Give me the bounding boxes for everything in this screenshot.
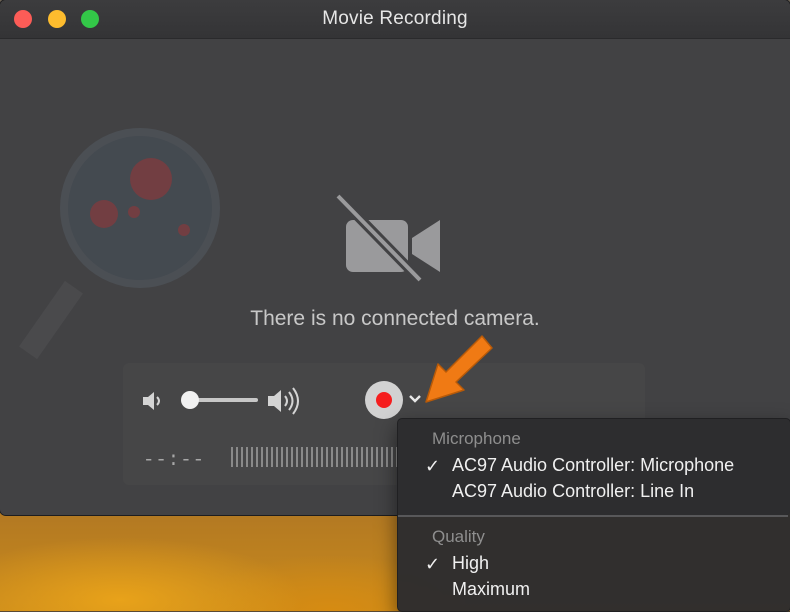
window-title: Movie Recording (322, 8, 468, 29)
menu-item-label: AC97 Audio Controller: Microphone (452, 455, 735, 475)
microphone-section-header: Microphone (432, 429, 521, 448)
recording-timecode: --:-- (143, 449, 206, 471)
annotation-arrow-icon (425, 335, 493, 403)
watermark-magnifier-icon (60, 128, 220, 288)
audio-level-meter (231, 447, 397, 467)
checkmark-icon: ✓ (425, 456, 441, 476)
no-camera-message: There is no connected camera. (250, 307, 540, 330)
checkmark-icon: ✓ (425, 554, 441, 574)
menu-item-microphone[interactable]: ✓ AC97 Audio Controller: Microphone (398, 453, 788, 479)
watermark-dot (130, 158, 172, 200)
watermark-dot (178, 224, 190, 236)
menu-item-label: High (452, 553, 490, 573)
menu-item-label: Maximum (452, 579, 531, 599)
volume-high-icon[interactable] (266, 386, 302, 416)
menu-separator (398, 515, 788, 517)
title-bar[interactable]: Movie Recording (0, 0, 790, 39)
record-options-menu: Microphone ✓ AC97 Audio Controller: Micr… (397, 418, 790, 612)
menu-item-line-in[interactable]: AC97 Audio Controller: Line In (398, 479, 788, 505)
menu-item-quality-high[interactable]: ✓ High (398, 551, 788, 577)
quality-section-header: Quality (432, 527, 485, 546)
video-off-icon (334, 192, 440, 284)
record-icon (376, 392, 392, 408)
watermark-dot (90, 200, 118, 228)
watermark-dot (128, 206, 140, 218)
menu-item-quality-maximum[interactable]: Maximum (398, 577, 788, 603)
record-button[interactable] (365, 381, 403, 419)
volume-slider-knob[interactable] (180, 391, 199, 409)
menu-item-label: AC97 Audio Controller: Line In (452, 481, 695, 501)
volume-low-icon[interactable] (141, 390, 165, 412)
